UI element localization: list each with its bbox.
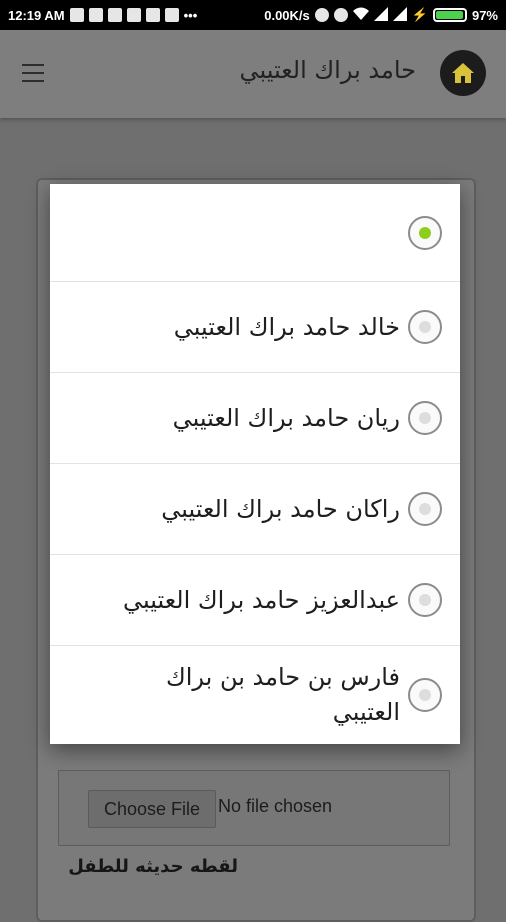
status-time: 12:19 AM xyxy=(8,7,65,23)
radio-dot-icon xyxy=(419,226,431,239)
signal-icon-2 xyxy=(392,6,407,24)
radio-button[interactable] xyxy=(408,492,442,526)
radio-dot-icon xyxy=(419,412,431,424)
app-bar: حامد براك العتيبي xyxy=(0,30,506,118)
notification-icon xyxy=(88,8,103,22)
app-icon xyxy=(145,8,160,22)
option-rakan[interactable]: راكان حامد براك العتيبي xyxy=(50,464,460,555)
hamburger-icon[interactable] xyxy=(22,64,44,88)
radio-button[interactable] xyxy=(408,310,442,344)
option-abdulaziz[interactable]: عبدالعزيز حامد براك العتيبي xyxy=(50,555,460,646)
status-left: 12:19 AM ••• xyxy=(8,8,197,23)
radio-dot-icon xyxy=(419,688,431,701)
wifi-icon xyxy=(352,7,369,24)
option-label: راكان حامد براك العتيبي xyxy=(161,494,400,523)
status-right: 0.00K/s ⚡ 97% xyxy=(264,6,498,24)
photo-label: لقطه حديثه للطفل xyxy=(68,856,238,877)
radio-dot-icon xyxy=(419,321,431,333)
choose-file-button[interactable]: Choose File xyxy=(88,790,216,828)
option-rayan[interactable]: ريان حامد براك العتيبي xyxy=(50,373,460,464)
charging-icon: ⚡ xyxy=(411,7,428,22)
image-icon xyxy=(164,8,179,22)
no-file-text: No file chosen xyxy=(218,796,333,816)
page-title: حامد براك العتيبي xyxy=(239,56,416,84)
calendar-icon xyxy=(107,8,122,22)
battery-icon xyxy=(432,8,467,22)
option-label: ريان حامد براك العتيبي xyxy=(172,403,400,432)
home-icon[interactable] xyxy=(440,50,486,96)
radio-button[interactable] xyxy=(408,677,442,712)
option-label: خالد حامد براك العتيبي xyxy=(173,312,400,341)
status-bar: 12:19 AM ••• 0.00K/s ⚡ 97% xyxy=(0,0,506,30)
battery-percent: 97% xyxy=(471,7,498,23)
radio-button[interactable] xyxy=(408,583,442,617)
option-label: فارس بن حامد بن براك العتيبي xyxy=(165,662,400,726)
option-empty[interactable] xyxy=(50,184,460,282)
headset-icon xyxy=(314,8,329,22)
net-speed: 0.00K/s xyxy=(264,7,310,23)
option-fares[interactable]: فارس بن حامد بن براك العتيبي xyxy=(50,646,460,743)
play-store-icon xyxy=(69,8,84,22)
signal-icon xyxy=(373,6,388,24)
more-dots-icon: ••• xyxy=(183,7,198,23)
option-label: عبدالعزيز حامد براك العتيبي xyxy=(122,585,400,614)
radio-dot-icon xyxy=(419,503,431,515)
radio-button[interactable] xyxy=(408,401,442,435)
radio-button[interactable] xyxy=(408,215,442,250)
news-icon xyxy=(126,8,141,22)
option-khaled[interactable]: خالد حامد براك العتيبي xyxy=(50,282,460,373)
alarm-icon xyxy=(333,8,348,22)
selection-dialog: خالد حامد براك العتيبي ريان حامد براك ال… xyxy=(50,184,460,744)
radio-dot-icon xyxy=(419,594,431,606)
